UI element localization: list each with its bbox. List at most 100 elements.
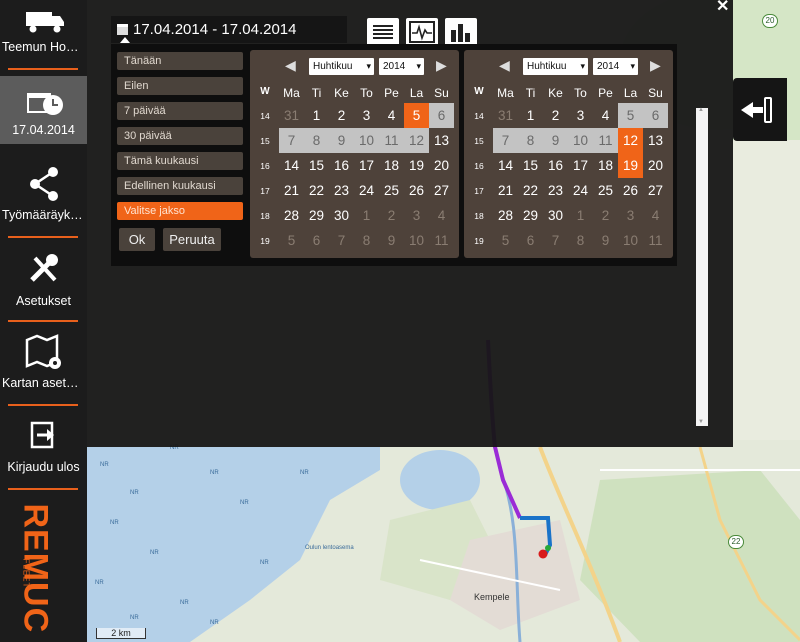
calendar-day[interactable]: 30 [329,203,354,228]
calendar-day[interactable]: 4 [643,203,668,228]
calendar-day[interactable]: 21 [493,178,518,203]
calendar-day[interactable]: 3 [354,103,379,128]
calendar-day[interactable]: 10 [568,128,593,153]
year-select[interactable]: 2014 [379,58,424,75]
calendar-day[interactable]: 5 [493,228,518,253]
calendar-day[interactable]: 19 [618,153,643,178]
calendar-day[interactable]: 29 [518,203,543,228]
calendar-day[interactable]: 7 [543,228,568,253]
calendar-day[interactable]: 20 [643,153,668,178]
close-icon[interactable]: ✕ [716,0,729,16]
calendar-day[interactable]: 1 [354,203,379,228]
next-month-icon[interactable]: ▶ [650,57,661,74]
calendar-day[interactable]: 7 [329,228,354,253]
calendar-day[interactable]: 24 [568,178,593,203]
calendar-day[interactable]: 18 [379,153,404,178]
calendar-day[interactable]: 7 [493,128,518,153]
calendar-day[interactable]: 2 [543,103,568,128]
calendar-day[interactable]: 19 [404,153,429,178]
calendar-day[interactable]: 23 [543,178,568,203]
calendar-day[interactable]: 14 [279,153,304,178]
calendar-day[interactable]: 14 [493,153,518,178]
calendar-day[interactable]: 22 [304,178,329,203]
sidebar-item-vehicle[interactable]: Teemun Hon… [0,0,87,66]
calendar-day[interactable]: 20 [429,153,454,178]
calendar-day[interactable]: 6 [643,103,668,128]
calendar-day[interactable]: 9 [379,228,404,253]
month-select[interactable]: Huhtikuu [523,58,588,75]
calendar-day[interactable]: 10 [618,228,643,253]
calendar-day[interactable]: 13 [643,128,668,153]
prev-month-icon[interactable]: ◀ [285,57,296,74]
calendar-day[interactable]: 2 [593,203,618,228]
preset-custom-range[interactable]: Valitse jakso [117,202,243,220]
calendar-day[interactable]: 8 [354,228,379,253]
calendar-day[interactable]: 5 [618,103,643,128]
calendar-day[interactable]: 3 [404,203,429,228]
calendar-day[interactable]: 26 [618,178,643,203]
calendar-day[interactable]: 10 [404,228,429,253]
preset-today[interactable]: Tänään [117,52,243,70]
calendar-day[interactable]: 1 [568,203,593,228]
calendar-day[interactable]: 4 [379,103,404,128]
calendar-day[interactable]: 11 [643,228,668,253]
calendar-day[interactable]: 16 [543,153,568,178]
calendar-day[interactable]: 27 [643,178,668,203]
preset-30-days[interactable]: 30 päivää [117,127,243,145]
calendar-day[interactable]: 1 [518,103,543,128]
calendar-day[interactable]: 24 [354,178,379,203]
preset-previous-month[interactable]: Edellinen kuukausi [117,177,243,195]
calendar-day[interactable]: 12 [404,128,429,153]
calendar-day[interactable]: 21 [279,178,304,203]
calendar-day[interactable]: 5 [404,103,429,128]
calendar-day[interactable]: 13 [429,128,454,153]
calendar-day[interactable]: 3 [618,203,643,228]
sidebar-item-work-orders[interactable]: Työmääräykset [0,160,87,230]
calendar-day[interactable]: 2 [329,103,354,128]
calendar-day[interactable]: 10 [354,128,379,153]
calendar-day[interactable]: 1 [304,103,329,128]
preset-7-days[interactable]: 7 päivää [117,102,243,120]
calendar-day[interactable]: 9 [593,228,618,253]
calendar-day[interactable]: 30 [543,203,568,228]
sidebar-item-date[interactable]: 17.04.2014 [0,76,87,144]
calendar-day[interactable]: 6 [429,103,454,128]
sidebar-item-settings[interactable]: Asetukset [0,248,87,314]
calendar-day[interactable]: 6 [518,228,543,253]
calendar-day[interactable]: 4 [429,203,454,228]
list-view-button[interactable] [367,18,399,46]
cancel-button[interactable]: Peruuta [163,228,221,251]
calendar-day[interactable]: 11 [379,128,404,153]
calendar-day[interactable]: 28 [279,203,304,228]
calendar-day[interactable]: 26 [404,178,429,203]
calendar-day[interactable]: 16 [329,153,354,178]
calendar-day[interactable]: 8 [518,128,543,153]
calendar-day[interactable]: 3 [568,103,593,128]
calendar-day[interactable]: 15 [304,153,329,178]
prev-month-icon[interactable]: ◀ [499,57,510,74]
calendar-day[interactable]: 2 [379,203,404,228]
calendar-day[interactable]: 15 [518,153,543,178]
calendar-day[interactable]: 9 [329,128,354,153]
calendar-day[interactable]: 23 [329,178,354,203]
sidebar-item-logout[interactable]: Kirjaudu ulos [0,418,87,484]
calendar-day[interactable]: 9 [543,128,568,153]
calendar-day[interactable]: 31 [493,103,518,128]
year-select[interactable]: 2014 [593,58,638,75]
scrollbar[interactable] [696,107,708,426]
calendar-day[interactable]: 8 [568,228,593,253]
month-select[interactable]: Huhtikuu [309,58,374,75]
stats-view-button[interactable] [445,18,477,46]
calendar-day[interactable]: 31 [279,103,304,128]
calendar-day[interactable]: 17 [354,153,379,178]
calendar-day[interactable]: 6 [304,228,329,253]
calendar-day[interactable]: 5 [279,228,304,253]
calendar-day[interactable]: 27 [429,178,454,203]
calendar-day[interactable]: 17 [568,153,593,178]
calendar-day[interactable]: 22 [518,178,543,203]
calendar-day[interactable]: 7 [279,128,304,153]
ok-button[interactable]: Ok [119,228,155,251]
collapse-panel-button[interactable] [733,78,787,141]
next-month-icon[interactable]: ▶ [436,57,447,74]
sidebar-item-map-settings[interactable]: Kartan asetu… [0,332,87,398]
